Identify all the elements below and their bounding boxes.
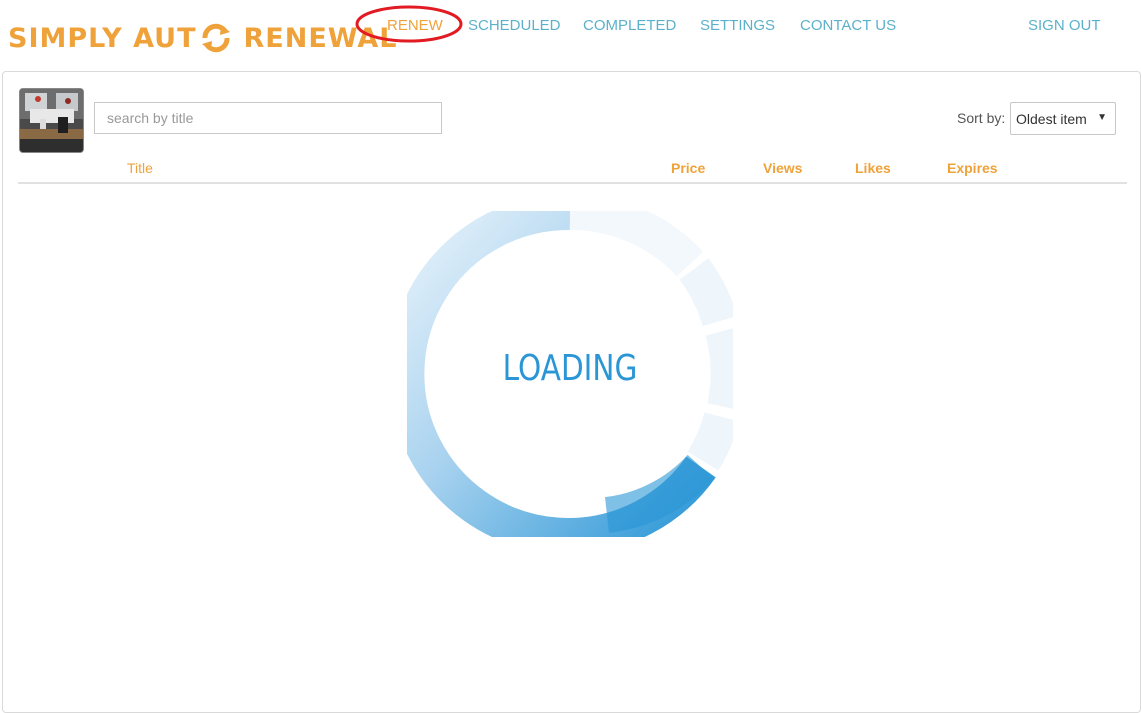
sort-select[interactable]: Oldest item ▼ <box>1010 102 1116 135</box>
caret-down-icon: ▼ <box>1097 112 1107 123</box>
nav-sign-out[interactable]: SIGN OUT <box>1028 17 1101 34</box>
column-header-title[interactable]: Title <box>127 160 153 176</box>
column-header-views[interactable]: Views <box>763 160 802 176</box>
app-logo[interactable]: SIMPLY AUT RENEWAL <box>8 18 397 58</box>
nav-completed[interactable]: COMPLETED <box>583 17 676 34</box>
nav-contact-us[interactable]: CONTACT US <box>800 17 896 34</box>
logo-text-part2: RENEWAL <box>243 22 398 54</box>
top-navigation-bar: SIMPLY AUT RENEWAL RENEW SCHEDULED COMPL… <box>0 0 1142 70</box>
refresh-arrows-icon <box>201 23 230 53</box>
nav-settings[interactable]: SETTINGS <box>700 17 775 34</box>
column-header-likes[interactable]: Likes <box>855 160 891 176</box>
header-divider <box>18 182 1127 184</box>
search-input[interactable] <box>94 102 442 134</box>
nav-renew[interactable]: RENEW <box>387 17 443 34</box>
shop-avatar[interactable] <box>19 88 84 153</box>
column-header-expires[interactable]: Expires <box>947 160 998 176</box>
loading-text: LOADING <box>502 348 638 389</box>
sort-selected-value: Oldest item <box>1016 111 1087 127</box>
sort-by-label: Sort by: <box>957 110 1006 126</box>
listings-panel: Sort by: Oldest item ▼ Title Price Views… <box>2 71 1141 713</box>
logo-text-part1: SIMPLY AUT <box>8 22 197 54</box>
column-header-price[interactable]: Price <box>671 160 705 176</box>
shop-photo <box>20 89 83 152</box>
nav-scheduled[interactable]: SCHEDULED <box>468 17 561 34</box>
